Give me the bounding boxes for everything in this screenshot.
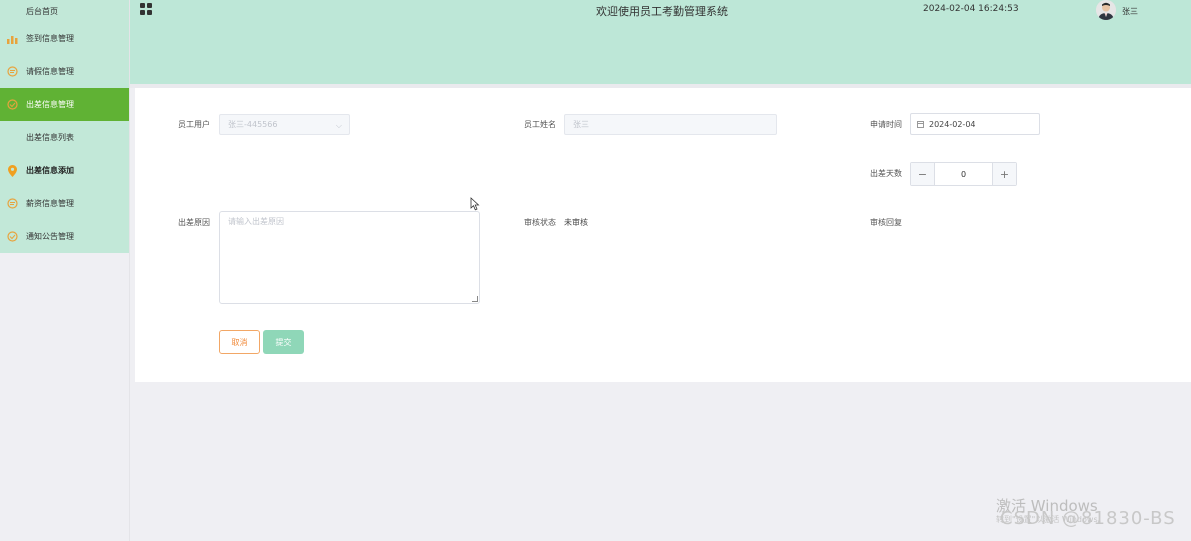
trip-reason-textarea[interactable]: 请输入出差原因 (219, 211, 480, 304)
employee-user-label: 员工用户 (178, 120, 210, 129)
calendar-icon (917, 120, 924, 128)
sidebar-item-trip-list[interactable]: 出差信息列表 (0, 121, 129, 154)
audit-reply-label: 审核回复 (870, 218, 902, 227)
username[interactable]: 张三 (1122, 6, 1138, 17)
minus-button[interactable]: − (911, 163, 935, 185)
cancel-button[interactable]: 取消 (219, 330, 260, 354)
submit-button[interactable]: 提交 (263, 330, 304, 354)
sidebar-item-label: 请假信息管理 (26, 67, 74, 76)
top-header: 欢迎使用员工考勤管理系统 2024-02-04 16:24:53 张三 (130, 0, 1191, 84)
sidebar-item-notice[interactable]: 通知公告管理 (0, 220, 129, 253)
employee-name-input[interactable]: 张三 (564, 114, 777, 135)
sidebar-item-attendance[interactable]: 签到信息管理 (0, 22, 129, 55)
sidebar-item-business-trip[interactable]: 出差信息管理 (0, 88, 129, 121)
csdn-watermark: CSDN @81830-BS (1000, 508, 1176, 529)
chat-bubble-icon (6, 198, 18, 210)
mouse-cursor-icon (470, 197, 480, 211)
sidebar: 后台首页 签到信息管理 请假信息管理 出差信息管理 出差信息列表 出差信息添加 … (0, 0, 130, 541)
apply-time-label: 申请时间 (870, 120, 902, 129)
chat-bubble-icon (6, 66, 18, 78)
check-circle-icon (6, 99, 18, 111)
trip-form-panel: 员工用户 张三-445566 ⌵ 员工姓名 张三 申请时间 2024-02-04… (135, 88, 1191, 382)
avatar[interactable] (1096, 0, 1116, 20)
check-circle-icon (6, 231, 18, 243)
page-title: 欢迎使用员工考勤管理系统 (596, 5, 728, 18)
apply-time-datepicker[interactable]: 2024-02-04 (910, 113, 1040, 135)
sidebar-item-label: 薪资信息管理 (26, 199, 74, 208)
employee-name-value: 张三 (573, 120, 589, 129)
sidebar-item-trip-add[interactable]: 出差信息添加 (0, 154, 129, 187)
sidebar-item-salary[interactable]: 薪资信息管理 (0, 187, 129, 220)
trip-days-stepper[interactable]: − 0 + (910, 162, 1017, 186)
resize-grip-icon[interactable] (472, 296, 478, 302)
chevron-down-icon: ⌵ (335, 121, 342, 130)
sidebar-item-home[interactable]: 后台首页 (0, 0, 129, 22)
sidebar-item-leave[interactable]: 请假信息管理 (0, 55, 129, 88)
employee-user-select[interactable]: 张三-445566 ⌵ (219, 114, 350, 135)
trip-reason-label: 出差原因 (178, 218, 210, 227)
sidebar-item-label: 出差信息管理 (26, 100, 74, 109)
trip-reason-placeholder: 请输入出差原因 (228, 217, 284, 226)
bar-chart-icon (6, 33, 18, 45)
trip-days-label: 出差天数 (870, 169, 902, 178)
trip-days-value[interactable]: 0 (935, 163, 992, 185)
plus-button[interactable]: + (992, 163, 1016, 185)
sidebar-item-label: 通知公告管理 (26, 232, 74, 241)
sidebar-item-label: 出差信息列表 (26, 133, 74, 142)
sidebar-item-label: 签到信息管理 (26, 34, 74, 43)
employee-user-value: 张三-445566 (228, 120, 278, 129)
audit-status-label: 审核状态 (524, 218, 556, 227)
sidebar-item-label: 出差信息添加 (26, 166, 74, 175)
menu-grid-icon[interactable] (140, 3, 152, 15)
employee-name-label: 员工姓名 (524, 120, 556, 129)
sidebar-menu: 后台首页 签到信息管理 请假信息管理 出差信息管理 出差信息列表 出差信息添加 … (0, 0, 129, 253)
sidebar-item-label: 后台首页 (26, 6, 58, 16)
location-pin-icon (6, 164, 18, 177)
header-datetime: 2024-02-04 16:24:53 (923, 4, 1019, 14)
apply-time-value: 2024-02-04 (929, 119, 976, 129)
audit-status-value: 未审核 (564, 218, 588, 227)
